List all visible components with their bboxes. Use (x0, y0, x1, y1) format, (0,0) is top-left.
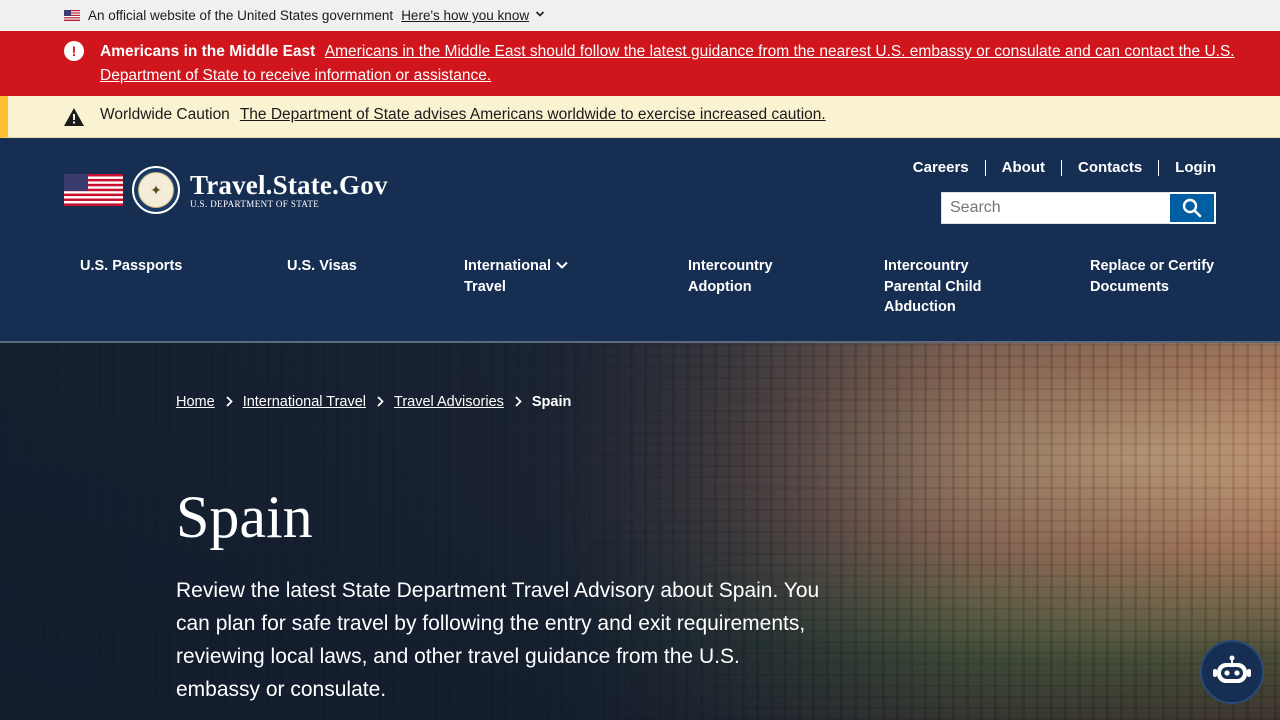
chevron-down-icon (556, 261, 568, 269)
nav-label: Intercountry Parental Child Abduction (884, 258, 982, 315)
site-logo[interactable]: ✦ Travel.State.Gov U.S. Department of St… (64, 166, 388, 214)
gov-banner-text: An official website of the United States… (88, 8, 394, 23)
breadcrumb-international-travel[interactable]: International Travel (243, 394, 366, 410)
state-department-seal-icon: ✦ (132, 166, 180, 214)
search-icon (1182, 198, 1202, 218)
warning-triangle-icon (64, 108, 84, 126)
robot-icon (1213, 655, 1251, 683)
site-name: Travel.State.Gov (190, 170, 388, 200)
caution-title: Worldwide Caution (100, 106, 230, 123)
us-flag-logo-icon (64, 174, 123, 206)
chatbot-button[interactable] (1200, 640, 1264, 704)
breadcrumb-home[interactable]: Home (176, 394, 215, 410)
nav-item-passports[interactable]: U.S. Passports (80, 256, 182, 277)
hero-lead: Review the latest State Department Trave… (176, 579, 820, 701)
how-you-know-button[interactable]: Here's how you know (401, 8, 545, 23)
us-flag-icon (64, 10, 80, 21)
gov-banner: An official website of the United States… (0, 0, 1280, 31)
utility-link-careers[interactable]: Careers (897, 160, 985, 176)
chevron-right-icon (225, 395, 233, 410)
caution-link[interactable]: The Department of State advises American… (240, 106, 826, 123)
breadcrumb-travel-advisories[interactable]: Travel Advisories (394, 394, 504, 410)
caution-text: Worldwide Caution The Department of Stat… (100, 106, 826, 124)
nav-label: U.S. Passports (80, 258, 183, 274)
exclamation-circle-icon: ! (64, 41, 84, 61)
site-header: ✦ Travel.State.Gov U.S. Department of St… (0, 138, 1280, 343)
breadcrumb: Home International Travel Travel Advisor… (176, 394, 571, 410)
nav-item-parental-child-abduction[interactable]: Intercountry Parental Child Abduction (884, 256, 994, 318)
utility-link-contacts[interactable]: Contacts (1060, 160, 1158, 176)
utility-nav: Careers About Contacts Login (897, 160, 1216, 176)
how-you-know-label: Here's how you know (401, 8, 530, 23)
chevron-right-icon (376, 395, 384, 410)
breadcrumb-current: Spain (531, 394, 572, 410)
nav-item-visas[interactable]: U.S. Visas (287, 256, 357, 277)
alert-title: Americans in the Middle East (100, 43, 316, 60)
nav-item-international-travel[interactable]: International Travel (464, 256, 574, 297)
nav-label: Replace or Certify Documents (1090, 258, 1215, 295)
search-button[interactable] (1170, 192, 1216, 224)
nav-label: U.S. Visas (287, 258, 357, 274)
alert-text: Americans in the Middle East Americans i… (100, 40, 1260, 88)
chevron-right-icon (514, 395, 522, 410)
search-form (941, 192, 1216, 224)
nav-item-intercountry-adoption[interactable]: Intercountry Adoption (688, 256, 788, 297)
nav-item-replace-certify-documents[interactable]: Replace or Certify Documents (1090, 256, 1215, 297)
nav-label: Intercountry Adoption (688, 258, 773, 295)
page-title: Spain (176, 484, 313, 550)
worldwide-caution-alert: Worldwide Caution The Department of Stat… (0, 96, 1280, 138)
site-subtitle: U.S. Department of State (190, 199, 320, 209)
middle-east-alert: ! Americans in the Middle East Americans… (0, 31, 1280, 96)
search-input[interactable] (941, 192, 1170, 224)
utility-link-login[interactable]: Login (1158, 160, 1216, 176)
chevron-down-icon (535, 9, 545, 22)
utility-link-about[interactable]: About (984, 160, 1061, 176)
nav-label: International Travel (464, 258, 552, 295)
site-wordmark: Travel.State.Gov U.S. Department of Stat… (190, 171, 388, 209)
hero-section: Home International Travel Travel Advisor… (0, 343, 1280, 720)
